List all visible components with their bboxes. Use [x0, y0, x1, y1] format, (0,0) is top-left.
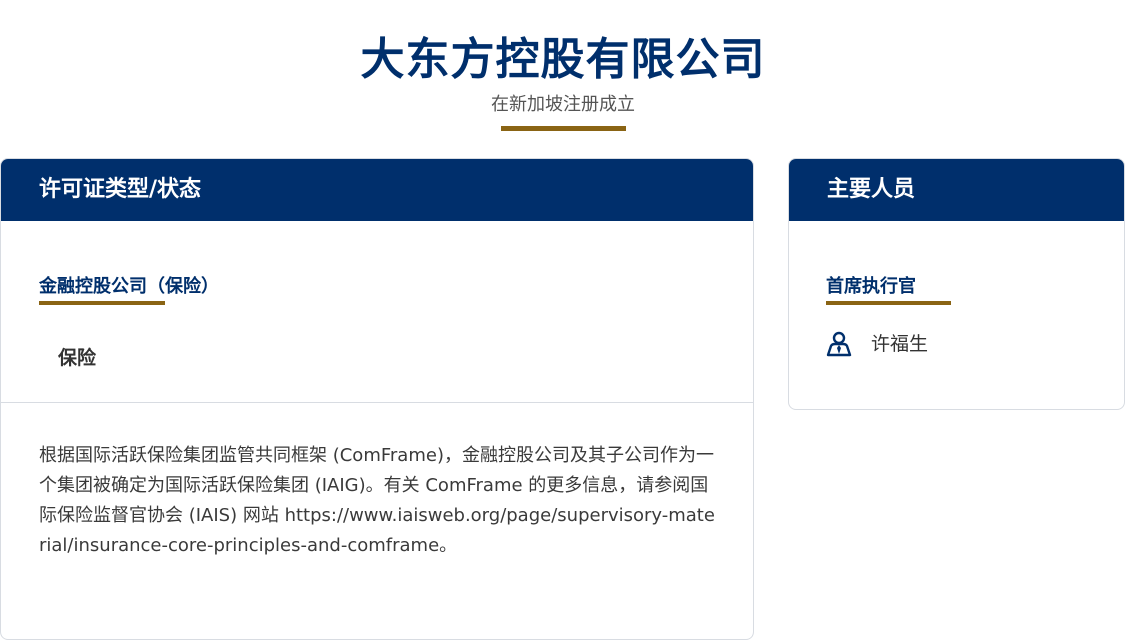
page: 大东方控股有限公司 在新加坡注册成立 许可证类型/状态 金融控股公司（保险） 保… [0, 0, 1126, 641]
license-note: 根据国际活跃保险集团监管共同框架 (ComFrame)，金融控股公司及其子公司作… [39, 445, 715, 556]
page-header: 大东方控股有限公司 在新加坡注册成立 [0, 0, 1126, 160]
person-name: 许福生 [871, 333, 929, 355]
person-icon [826, 331, 852, 357]
license-card-header: 许可证类型/状态 [1, 159, 753, 221]
role-underline [826, 301, 951, 305]
company-subtitle: 在新加坡注册成立 [491, 94, 635, 115]
license-card: 许可证类型/状态 金融控股公司（保险） 保险 根据国际活跃保险集团监管共同框架 … [0, 158, 754, 640]
key-people-card: 主要人员 首席执行官 许福生 [788, 158, 1125, 410]
title-underline [501, 126, 626, 131]
role-title: 首席执行官 [826, 276, 916, 297]
license-type-title: 金融控股公司（保险） [39, 276, 219, 297]
license-type-underline [39, 301, 165, 305]
person-row: 许福生 [826, 331, 928, 357]
license-item: 保险 [58, 347, 97, 369]
key-people-card-header: 主要人员 [789, 159, 1124, 221]
card-divider [1, 402, 753, 403]
company-title: 大东方控股有限公司 [360, 34, 766, 85]
